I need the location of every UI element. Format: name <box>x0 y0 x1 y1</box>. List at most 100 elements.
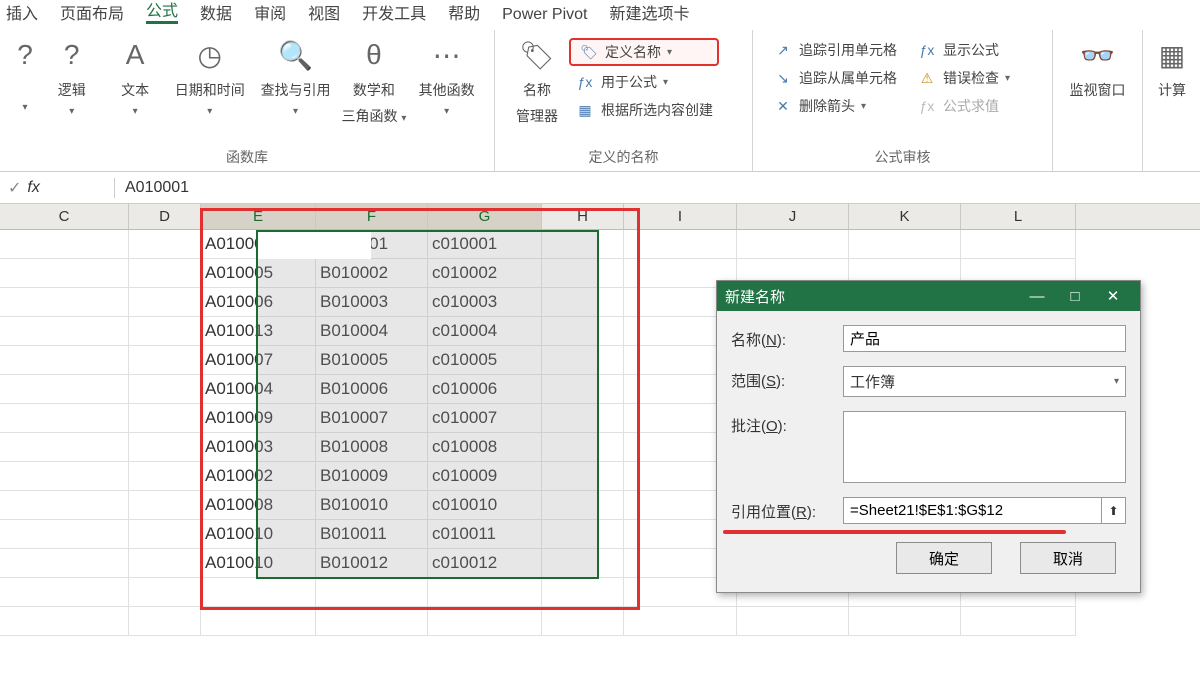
cell[interactable]: c010001 <box>428 230 542 259</box>
col-header-H[interactable]: H <box>542 204 624 229</box>
cell[interactable] <box>0 230 129 259</box>
cell[interactable] <box>542 578 624 607</box>
cell[interactable] <box>129 578 201 607</box>
cell[interactable] <box>0 288 129 317</box>
tab-layout[interactable]: 页面布局 <box>60 0 124 24</box>
tab-pivot[interactable]: Power Pivot <box>502 6 587 24</box>
fb-check-icon[interactable]: ✓ <box>8 178 21 198</box>
cell[interactable] <box>542 433 624 462</box>
cell[interactable] <box>201 578 316 607</box>
cell[interactable] <box>129 404 201 433</box>
cell[interactable]: c010007 <box>428 404 542 433</box>
cell[interactable] <box>542 549 624 578</box>
error-check[interactable]: ⚠错误检查 ▾ <box>911 66 1016 90</box>
cell[interactable] <box>316 607 428 636</box>
cell[interactable] <box>849 230 961 259</box>
cell[interactable] <box>542 317 624 346</box>
cell[interactable]: B010001 <box>316 230 428 259</box>
cell[interactable]: c010009 <box>428 462 542 491</box>
col-header-L[interactable]: L <box>961 204 1076 229</box>
cell[interactable] <box>0 520 129 549</box>
watch-window[interactable]: 👓 监视窗口 <box>1063 36 1132 100</box>
collapse-icon[interactable]: ⬆ <box>1102 497 1126 524</box>
cell[interactable]: A010010 <box>201 520 316 549</box>
cell[interactable] <box>129 230 201 259</box>
cell[interactable]: c010010 <box>428 491 542 520</box>
tab-insert[interactable]: 插入 <box>6 0 38 24</box>
cell[interactable] <box>0 462 129 491</box>
cell[interactable] <box>961 230 1076 259</box>
cell[interactable]: B010002 <box>316 259 428 288</box>
cell[interactable] <box>316 578 428 607</box>
tab-review[interactable]: 审阅 <box>254 0 286 24</box>
cell[interactable] <box>0 317 129 346</box>
col-header-G[interactable]: G <box>428 204 542 229</box>
fx-icon[interactable]: fx <box>27 179 39 197</box>
cell[interactable]: c010003 <box>428 288 542 317</box>
calc-options[interactable]: ▦ 计算 <box>1153 36 1191 100</box>
cell[interactable]: c010011 <box>428 520 542 549</box>
minimize-icon[interactable]: — <box>1018 288 1056 305</box>
cell[interactable] <box>0 259 129 288</box>
cell[interactable]: c010002 <box>428 259 542 288</box>
dialog-titlebar[interactable]: 新建名称 — □ ✕ <box>717 281 1140 311</box>
fn-lookup[interactable]: 🔍 查找与引用▾ <box>253 36 339 117</box>
cell[interactable] <box>0 607 129 636</box>
scope-select[interactable]: 工作簿▾ <box>843 366 1126 397</box>
use-in-formula[interactable]: ƒx 用于公式 ▾ <box>569 70 719 94</box>
cell[interactable]: B010003 <box>316 288 428 317</box>
cell[interactable] <box>129 346 201 375</box>
cell[interactable]: c010008 <box>428 433 542 462</box>
cell[interactable] <box>0 491 129 520</box>
cell[interactable]: A010009 <box>201 404 316 433</box>
cell[interactable] <box>201 607 316 636</box>
cell[interactable] <box>129 375 201 404</box>
cell[interactable] <box>129 520 201 549</box>
cell[interactable]: A010010 <box>201 549 316 578</box>
cell[interactable]: A010008 <box>201 491 316 520</box>
cell[interactable] <box>0 549 129 578</box>
cell[interactable] <box>428 607 542 636</box>
col-header-F[interactable]: F <box>316 204 428 229</box>
cancel-button[interactable]: 取消 <box>1020 542 1116 574</box>
cell[interactable]: B010011 <box>316 520 428 549</box>
fn-datetime[interactable]: ◷ 日期和时间▾ <box>167 36 253 117</box>
cell[interactable]: B010012 <box>316 549 428 578</box>
comment-input[interactable] <box>843 411 1126 483</box>
cell[interactable]: A010013 <box>201 317 316 346</box>
tab-dev[interactable]: 开发工具 <box>362 0 426 24</box>
trace-dependents[interactable]: ↘追踪从属单元格 <box>767 66 903 90</box>
tab-view[interactable]: 视图 <box>308 0 340 24</box>
tab-new[interactable]: 新建选项卡 <box>610 0 690 24</box>
cell[interactable] <box>0 346 129 375</box>
cell[interactable]: c010004 <box>428 317 542 346</box>
create-from-selection[interactable]: ▦ 根据所选内容创建 <box>569 98 719 122</box>
cell[interactable] <box>129 607 201 636</box>
cell[interactable] <box>542 259 624 288</box>
cell[interactable]: c010012 <box>428 549 542 578</box>
cell[interactable]: A010007 <box>201 346 316 375</box>
cell[interactable]: c010006 <box>428 375 542 404</box>
tab-help[interactable]: 帮助 <box>448 0 480 24</box>
maximize-icon[interactable]: □ <box>1056 288 1094 305</box>
cell[interactable]: B010009 <box>316 462 428 491</box>
cell[interactable] <box>129 462 201 491</box>
cell[interactable] <box>129 317 201 346</box>
cell[interactable] <box>129 288 201 317</box>
fn-partial1[interactable]: ? ▾ <box>10 36 40 113</box>
cell[interactable] <box>849 607 961 636</box>
cell[interactable] <box>542 404 624 433</box>
name-manager[interactable]: 🏷 名称 管理器 <box>505 36 569 126</box>
cell[interactable]: B010004 <box>316 317 428 346</box>
cell[interactable] <box>542 230 624 259</box>
col-header-J[interactable]: J <box>737 204 849 229</box>
fn-math[interactable]: θ 数学和 三角函数 ▾ <box>338 36 409 126</box>
define-name[interactable]: 🏷 定义名称 ▾ <box>569 38 719 66</box>
remove-arrows[interactable]: ✕删除箭头 ▾ <box>767 94 903 118</box>
cell[interactable] <box>129 491 201 520</box>
tab-formula[interactable]: 公式 <box>146 0 178 24</box>
cell[interactable]: B010005 <box>316 346 428 375</box>
cell[interactable]: A010003 <box>201 433 316 462</box>
cell[interactable]: A010005 <box>201 259 316 288</box>
col-header-I[interactable]: I <box>624 204 737 229</box>
